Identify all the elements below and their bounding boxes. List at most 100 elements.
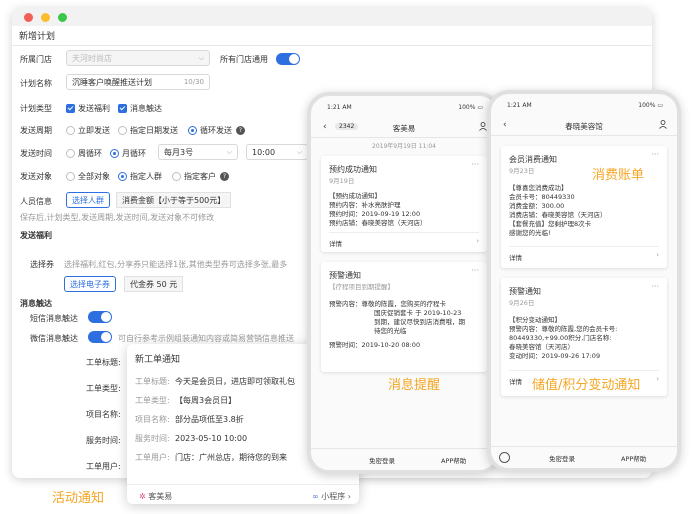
sms-toggle[interactable] [88,311,112,323]
store-select[interactable]: 天河时尚店 ⌵ [66,50,210,66]
time-label: 发送时间 [20,149,52,158]
month-day-select[interactable]: 每月3号 ⌵ [158,144,238,160]
time-month-label: 月循环 [122,149,146,158]
crowd-tag-text: 消费金额【小于等于500元】 [122,195,226,205]
popup-key: 工单标题: [135,377,170,386]
radio-selected-icon [110,149,119,158]
wechat-hint: 可自行参考示例组装通知内容或简易营销信息推送 [118,334,294,343]
battery: 100% ▭ [638,102,663,109]
time-value: 10:00 [252,147,276,157]
popup-footer: ✲ 客美易 ∞ 小程序 › [127,484,359,504]
card-detail-link[interactable]: 详情 [509,252,522,262]
chevron-down-icon: ⌵ [198,53,204,62]
message-card[interactable]: 预约成功通知 ··· 9月19日 【预约成功通知】 预约内容：补水亮肤护理 预约… [321,156,487,252]
target-crowd-radio[interactable]: 指定人群 [118,171,162,182]
popup-value: 2023-05-10 10:00 [175,434,248,443]
popup-value: 今天是会员日，进店即可领取礼包 [175,377,295,386]
radio-icon [172,172,181,181]
store-label: 所属门店 [20,55,52,64]
status-bar: 1:21 AM 100% ▭ [491,102,677,114]
user-icon[interactable] [479,122,487,131]
plan-name-input[interactable]: 沉睡客户唤醒推送计划 10/30 [66,74,210,90]
cycle-date-label: 指定日期发送 [130,126,178,135]
popup-row: 工单类型: 【每周3会员日】 [135,395,236,406]
store-value: 天河时尚店 [72,53,112,63]
checkbox-checked-icon [118,104,127,113]
wechat-toggle[interactable] [88,331,112,343]
title-bar [12,8,652,26]
minimize-window-button[interactable] [41,13,50,22]
coupon-tag-text: 代金券 50 元 [130,279,178,289]
bill-annotation: 消费账单 [592,168,645,183]
card-line: 预约店铺：春晓美容馆（天河店） [329,219,427,227]
title-divider [12,45,652,46]
cycle-immediate-label: 立即发送 [78,126,110,135]
chevron-right-icon: › [656,375,659,383]
target-label: 发送对象 [20,172,52,181]
sms-label: 短信消息触达 [30,314,78,323]
cycle-date-radio[interactable]: 指定日期发送 [118,125,178,136]
select-coupon-button[interactable]: 选择电子券 [64,276,116,292]
mini-program-label: 小程序 [321,492,346,501]
cycle-immediate-radio[interactable]: 立即发送 [66,125,110,136]
target-all-label: 全部对象 [78,172,110,181]
card-detail-link[interactable]: 详情 [509,376,522,386]
more-icon[interactable]: ··· [651,282,659,291]
more-icon[interactable]: ··· [471,160,479,169]
help-icon[interactable]: ? [236,126,245,135]
keyboard-icon[interactable] [499,452,510,463]
card-line: 预警时间：2019-10-20 08:00 [329,341,421,349]
card-line: 感谢您的光临! [509,229,551,237]
link-icon: ∞ [312,492,319,501]
radio-icon [66,149,75,158]
card-title: 预警通知 [329,271,361,280]
passwordless-login-button[interactable]: 免密登录 [549,453,575,463]
order-type-label: 工单类型: [86,384,121,393]
app-help-button[interactable]: APP帮助 [441,455,466,465]
phone-footer: 免密登录 APP帮助 [311,448,497,470]
coupon-hint: 选择福利,红包,分享券只能选择1张,其他类型券可选择多张,最多 [64,260,288,269]
time-week-radio[interactable]: 周循环 [66,148,102,159]
status-bar: 1:21 AM 100% ▭ [311,104,497,116]
more-icon[interactable]: ··· [651,150,659,159]
card-date: 9月26日 [509,299,535,307]
select-crowd-button[interactable]: 选择人群 [66,192,110,208]
target-all-radio[interactable]: 全部对象 [66,171,110,182]
plan-type-welfare-checkbox[interactable]: 发送福利 [66,103,110,114]
cycle-loop-radio[interactable]: 循环发送 ? [188,125,245,136]
month-day-value: 每月3号 [164,147,194,157]
radio-icon [118,126,127,135]
cycle-label: 发送周期 [20,126,52,135]
popup-key: 工单类型: [135,396,170,405]
mini-program-link[interactable]: ∞ 小程序 › [312,491,351,502]
radio-icon [66,126,75,135]
battery: 100% ▭ [458,104,483,111]
plan-type-message-checkbox[interactable]: 消息触达 [118,103,162,114]
time-month-radio[interactable]: 月循环 [110,148,146,159]
chat-title: 客美易 [392,124,416,133]
brand: ✲ 客美易 [139,491,172,502]
maximize-window-button[interactable] [58,13,67,22]
user-icon[interactable] [659,120,667,129]
close-window-button[interactable] [24,13,33,22]
crowd-tag: 消费金额【小于等于500元】 [116,192,232,208]
passwordless-login-button[interactable]: 免密登录 [369,455,395,465]
message-card[interactable]: 预警通知 ··· 【疗程项目到期提醒】 预警内容：尊敬的陈霞，您购买的疗程卡 国… [321,262,487,372]
wechat-label: 微信消息触达 [30,334,78,343]
order-title-label: 工单标题: [86,358,121,367]
status-time: 1:21 AM [507,102,532,109]
app-help-button[interactable]: APP帮助 [621,453,646,463]
target-customer-radio[interactable]: 指定客户 ? [172,171,229,182]
item-name-label: 项目名称: [86,410,121,419]
brand-name: 客美易 [148,492,173,501]
card-detail-link[interactable]: 详情 [329,238,342,248]
more-icon[interactable]: ··· [471,266,479,275]
card-line: 待您的光临 [374,327,407,335]
message-annotation: 消息提醒 [388,378,441,393]
card-date: 9月23日 [509,167,535,175]
time-select[interactable]: 10:00 ⌵ [246,144,308,160]
activity-annotation: 活动通知 [52,491,105,506]
help-icon[interactable]: ? [220,172,229,181]
all-store-toggle[interactable] [276,53,300,65]
popup-title: 新工单通知 [135,355,181,365]
